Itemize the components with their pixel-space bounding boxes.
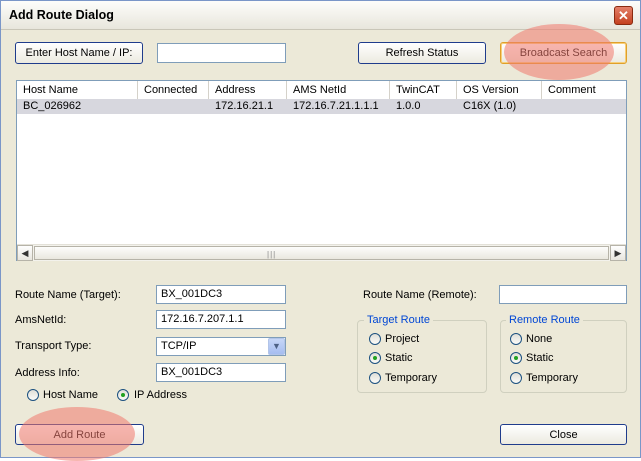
cell-address: 172.16.21.1 [215,100,274,112]
table-row[interactable]: BC_026962 172.16.21.1 172.16.7.21.1.1.1 … [17,99,626,114]
refresh-status-button[interactable]: Refresh Status [358,42,486,64]
scroll-right-icon[interactable]: ▶ [610,245,626,261]
host-list[interactable]: Host Name Connected Address AMS NetId Tw… [16,80,627,261]
col-host-name[interactable]: Host Name [17,81,138,99]
add-route-dialog: Add Route Dialog ✕ Enter Host Name / IP:… [0,0,641,461]
cell-host: BC_026962 [23,100,82,112]
close-window-button[interactable]: ✕ [614,6,633,25]
cell-twincat: 1.0.0 [396,100,421,112]
remote-radio-static-label: Static [526,352,554,364]
title-bar: Add Route Dialog ✕ [1,1,640,30]
chevron-down-icon[interactable]: ▼ [268,338,285,355]
remote-radio-temporary-label: Temporary [526,372,578,384]
col-os-version[interactable]: OS Version [457,81,542,99]
target-radio-project[interactable] [369,333,381,345]
list-header: Host Name Connected Address AMS NetId Tw… [17,81,626,100]
amsnetid-label: AmsNetId: [15,314,67,326]
col-comment[interactable]: Comment [542,81,626,99]
target-radio-temporary-label: Temporary [385,372,437,384]
route-name-target-input[interactable]: BX_001DC3 [156,285,286,304]
close-button[interactable]: Close [500,424,627,445]
col-twincat[interactable]: TwinCAT [390,81,457,99]
radio-host-name[interactable] [27,389,39,401]
transport-type-label: Transport Type: [15,340,92,352]
cell-os: C16X (1.0) [463,100,517,112]
horizontal-scrollbar[interactable]: ◀ ||| ▶ [17,244,626,261]
address-info-input[interactable]: BX_001DC3 [156,363,286,382]
enter-host-button[interactable]: Enter Host Name / IP: [15,42,143,64]
remote-route-title: Remote Route [506,314,583,326]
add-route-button[interactable]: Add Route [15,424,144,445]
target-radio-static-label: Static [385,352,413,364]
address-info-label: Address Info: [15,367,80,379]
cell-connected [138,99,144,114]
route-name-target-label: Route Name (Target): [15,289,121,301]
target-route-title: Target Route [364,314,433,326]
radio-ip-address[interactable] [117,389,129,401]
col-connected[interactable]: Connected [138,81,209,99]
route-name-remote-label: Route Name (Remote): [363,289,477,301]
col-ams-netid[interactable]: AMS NetId [287,81,390,99]
broadcast-search-button[interactable]: Broadcast Search [500,42,627,64]
cell-ams: 172.16.7.21.1.1.1 [293,100,379,112]
amsnetid-input[interactable]: 172.16.7.207.1.1 [156,310,286,329]
remote-radio-temporary[interactable] [510,372,522,384]
col-address[interactable]: Address [209,81,287,99]
grip-icon: ||| [267,250,277,259]
target-radio-static[interactable] [369,352,381,364]
transport-type-select[interactable]: TCP/IP [156,337,286,356]
remote-radio-none[interactable] [510,333,522,345]
scroll-left-icon[interactable]: ◀ [17,245,33,261]
target-radio-project-label: Project [385,333,420,345]
window-title: Add Route Dialog [9,8,114,22]
cell-comment [542,99,548,114]
scroll-thumb[interactable]: ||| [34,246,609,260]
radio-host-name-label: Host Name [43,389,99,401]
radio-ip-address-label: IP Address [134,389,187,401]
remote-radio-none-label: None [526,333,553,345]
remote-radio-static[interactable] [510,352,522,364]
host-input[interactable] [157,43,286,63]
route-name-remote-input[interactable] [499,285,627,304]
target-radio-temporary[interactable] [369,372,381,384]
